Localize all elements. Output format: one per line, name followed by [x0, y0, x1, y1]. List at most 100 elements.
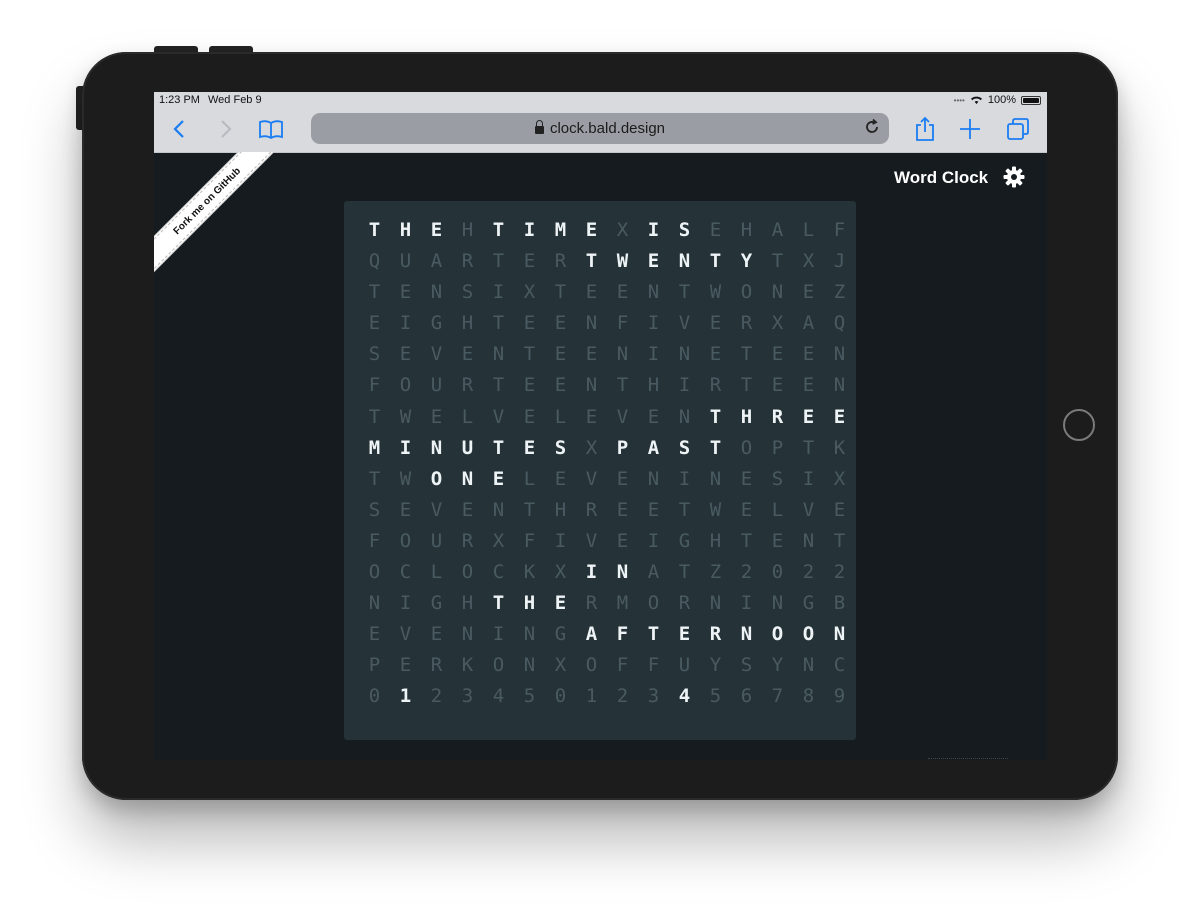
- clock-letter: K: [461, 654, 474, 677]
- clock-letter: E: [709, 312, 722, 335]
- clock-letter: R: [678, 592, 691, 615]
- clock-letter: X: [554, 561, 567, 584]
- forward-icon[interactable]: [212, 116, 238, 142]
- clock-letter: E: [616, 281, 629, 304]
- clock-letter: P: [368, 654, 381, 677]
- github-ribbon-wrap: Fork me on GitHub: [154, 152, 284, 282]
- clock-letter-lit: E: [523, 436, 536, 459]
- clock-letter: 8: [802, 685, 815, 708]
- clock-letter: E: [802, 374, 815, 397]
- clock-letter: N: [771, 592, 784, 615]
- clock-letter: S: [368, 498, 381, 521]
- clock-letter: X: [585, 436, 598, 459]
- share-icon[interactable]: [912, 116, 938, 142]
- clock-letter: 2: [616, 685, 629, 708]
- clock-letter-lit: S: [678, 436, 691, 459]
- new-tab-icon[interactable]: [957, 116, 983, 142]
- clock-letter: N: [647, 281, 660, 304]
- clock-letter: O: [740, 436, 753, 459]
- clock-letter: V: [802, 498, 815, 521]
- clock-letter: V: [585, 529, 598, 552]
- clock-letter: E: [523, 312, 536, 335]
- clock-letter: V: [492, 405, 505, 428]
- clock-letter: 0: [554, 685, 567, 708]
- clock-row: FOURXFIVEIGHTENT: [359, 526, 855, 557]
- clock-letter: E: [771, 343, 784, 366]
- clock-letter: E: [554, 467, 567, 490]
- clock-letter: G: [430, 592, 443, 615]
- clock-letter: 2: [833, 561, 846, 584]
- gear-icon[interactable]: [1003, 166, 1025, 188]
- clock-letter: K: [833, 436, 846, 459]
- clock-letter: N: [833, 343, 846, 366]
- tabs-overview-icon[interactable]: [1005, 116, 1031, 142]
- bookmarks-icon[interactable]: [258, 116, 284, 142]
- clock-letter-lit: I: [647, 219, 660, 241]
- clock-letter-lit: M: [554, 219, 567, 241]
- clock-letter: W: [709, 498, 722, 521]
- letter-grid: THEHTIMEXISEHALFQUARTERTWENTYTXJTENSIXTE…: [359, 215, 855, 713]
- clock-letter: E: [368, 623, 381, 646]
- clock-letter: I: [647, 529, 660, 552]
- clock-letter-lit: I: [585, 561, 598, 584]
- clock-letter: F: [368, 374, 381, 397]
- clock-letter: H: [461, 312, 474, 335]
- clock-letter: R: [461, 374, 474, 397]
- clock-letter-lit: E: [492, 467, 505, 490]
- clock-letter: H: [461, 219, 474, 241]
- clock-letter: T: [678, 561, 691, 584]
- clock-letter: X: [802, 250, 815, 273]
- clock-letter: I: [492, 281, 505, 304]
- clock-letter: N: [647, 467, 660, 490]
- clock-letter: N: [430, 281, 443, 304]
- clock-letter: N: [585, 312, 598, 335]
- clock-letter: E: [523, 405, 536, 428]
- clock-letter: G: [554, 623, 567, 646]
- clock-letter: E: [647, 405, 660, 428]
- clock-letter-lit: 1: [399, 685, 412, 708]
- clock-letter: F: [647, 654, 660, 677]
- clock-letter: E: [771, 529, 784, 552]
- clock-letter: E: [616, 529, 629, 552]
- clock-letter: O: [740, 281, 753, 304]
- clock-letter: Y: [771, 654, 784, 677]
- clock-letter: I: [740, 592, 753, 615]
- clock-letter: N: [802, 654, 815, 677]
- screen: 1:23 PM Wed Feb 9 •••• 100% clock.bald.d…: [154, 92, 1047, 760]
- clock-letter: A: [771, 219, 784, 241]
- clock-letter-lit: O: [430, 467, 443, 490]
- clock-letter: T: [833, 529, 846, 552]
- clock-letter: S: [740, 654, 753, 677]
- clock-letter: U: [430, 374, 443, 397]
- clock-letter: I: [647, 343, 660, 366]
- clock-letter: E: [430, 623, 443, 646]
- clock-row: PERKONXOFFUYSYNC: [359, 650, 855, 681]
- clock-letter: E: [709, 219, 722, 241]
- clock-letter: T: [492, 250, 505, 273]
- page-title: Word Clock: [894, 168, 989, 187]
- clock-letter: R: [709, 374, 722, 397]
- clock-letter: Q: [833, 312, 846, 335]
- github-ribbon[interactable]: Fork me on GitHub: [154, 152, 282, 276]
- clock-letter: Z: [709, 561, 722, 584]
- clock-letter: X: [523, 281, 536, 304]
- back-icon[interactable]: [167, 116, 193, 142]
- clock-letter: Z: [833, 281, 846, 304]
- clock-letter: O: [399, 529, 412, 552]
- home-button[interactable]: [1063, 409, 1095, 441]
- clock-letter-lit: E: [678, 623, 691, 646]
- address-bar[interactable]: clock.bald.design: [311, 113, 889, 144]
- clock-letter: N: [678, 405, 691, 428]
- clock-letter-lit: S: [554, 436, 567, 459]
- clock-letter: K: [523, 561, 536, 584]
- clock-letter: H: [554, 498, 567, 521]
- clock-letter: E: [585, 281, 598, 304]
- clock-letter: E: [430, 405, 443, 428]
- clock-letter: E: [616, 498, 629, 521]
- reload-icon[interactable]: [863, 118, 881, 138]
- clock-letter: 2: [740, 561, 753, 584]
- clock-letter: E: [523, 374, 536, 397]
- clock-letter: R: [461, 250, 474, 273]
- clock-letter: S: [771, 467, 784, 490]
- clock-letter: E: [554, 343, 567, 366]
